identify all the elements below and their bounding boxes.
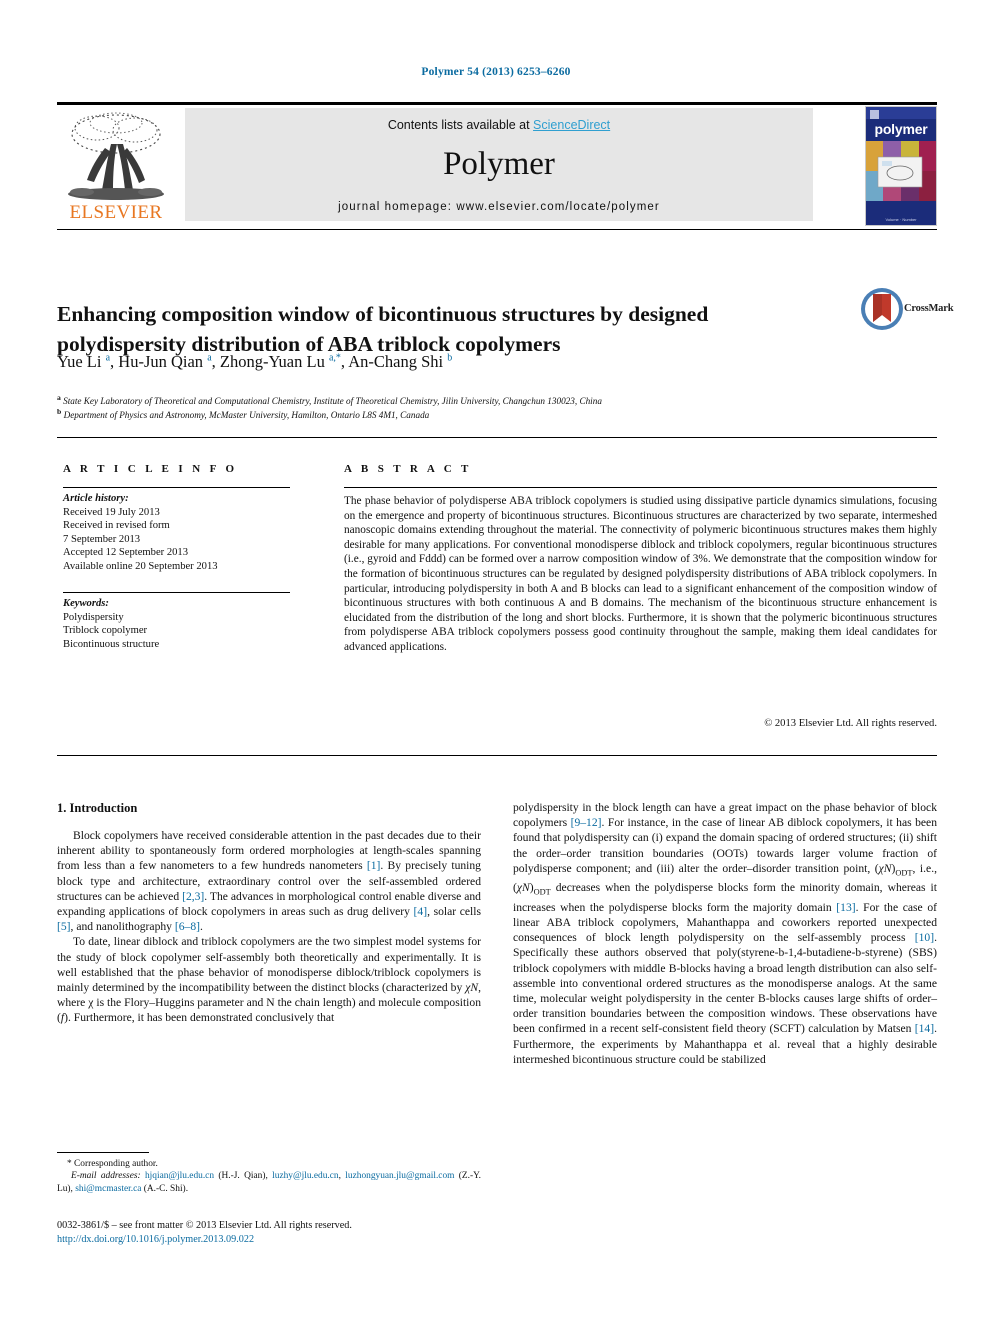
email-owner: (A.-C. Shi) <box>143 1183 186 1194</box>
footnote-block: * Corresponding author. E-mail addresses… <box>57 1158 481 1195</box>
paragraph: polydispersity in the block length can h… <box>513 801 937 1066</box>
masthead-panel: Contents lists available at ScienceDirec… <box>185 108 813 221</box>
info-rule-1 <box>63 487 290 488</box>
journal-masthead: ELSEVIER Contents lists available at Sci… <box>57 102 937 230</box>
history-item: Received in revised form <box>63 520 170 532</box>
footnote-rule <box>57 1152 149 1153</box>
elsevier-logo: ELSEVIER <box>57 108 175 226</box>
email-label: E-mail addresses: <box>71 1171 141 1182</box>
article-history-label: Article history: <box>63 493 129 504</box>
keywords-label: Keywords: <box>63 598 109 609</box>
keyword-item: Bicontinuous structure <box>63 638 160 650</box>
abstract-text: The phase behavior of polydisperse ABA t… <box>344 495 937 653</box>
issn-front-matter: 0032-3861/$ – see front matter © 2013 El… <box>57 1220 352 1231</box>
crossmark-label: CrossMark <box>904 303 954 314</box>
author-list: Yue Li a, Hu-Jun Qian a, Zhong-Yuan Lu a… <box>57 352 453 371</box>
cover-caption: Volume · Number <box>885 217 917 222</box>
history-item: Available online 20 September 2013 <box>63 560 218 572</box>
paragraph: Block copolymers have received considera… <box>57 829 481 934</box>
corresponding-author-note: * Corresponding author. <box>67 1159 158 1169</box>
contents-prefix: Contents lists available at <box>387 118 534 132</box>
history-item: 7 September 2013 <box>63 533 141 545</box>
elsevier-tree-icon <box>68 112 164 200</box>
doi-link[interactable]: http://dx.doi.org/10.1016/j.polymer.2013… <box>57 1233 557 1247</box>
info-rule-2 <box>63 592 290 593</box>
contents-available-line: Contents lists available at ScienceDirec… <box>185 118 813 132</box>
crossmark-badge[interactable]: CrossMark <box>860 287 954 339</box>
keyword-item: Polydispersity <box>63 611 124 623</box>
masthead-bottom-rule <box>57 229 937 230</box>
email-addresses-note: E-mail addresses: hjqian@jlu.edu.cn (H.-… <box>57 1171 482 1194</box>
elsevier-wordmark: ELSEVIER <box>69 202 163 223</box>
email-owner: (H.-J. Qian) <box>218 1171 266 1182</box>
journal-cover-thumbnail[interactable]: polymer Volume · Number <box>865 106 937 226</box>
crossmark-icon <box>861 288 903 330</box>
journal-homepage[interactable]: journal homepage: www.elsevier.com/locat… <box>185 201 813 213</box>
affiliation-a: a State Key Laboratory of Theoretical an… <box>57 393 602 407</box>
sciencedirect-link[interactable]: ScienceDirect <box>533 118 610 132</box>
history-item: Accepted 12 September 2013 <box>63 547 189 559</box>
abstract-copyright: © 2013 Elsevier Ltd. All rights reserved… <box>764 718 937 729</box>
paragraph: To date, linear diblock and triblock cop… <box>57 935 481 1025</box>
page-title: Enhancing composition window of bicontin… <box>57 302 709 357</box>
journal-title: Polymer <box>443 146 555 182</box>
body-column-left: Block copolymers have received considera… <box>57 828 481 1026</box>
abstract-top-rule <box>57 437 937 438</box>
running-head: Polymer 54 (2013) 6253–6260 <box>421 66 571 78</box>
cover-artwork <box>866 141 936 201</box>
article-first-page: Polymer 54 (2013) 6253–6260 ELSEVIER Con… <box>0 0 992 1323</box>
affiliation-b-text: Department of Physics and Astronomy, McM… <box>63 410 430 421</box>
keywords-block: Keywords: Polydispersity Triblock copoly… <box>63 597 303 651</box>
email-link[interactable]: hjqian@jlu.edu.cn <box>145 1171 214 1181</box>
body-column-right: polydispersity in the block length can h… <box>513 800 937 1067</box>
history-item: Received 19 July 2013 <box>63 506 160 518</box>
affiliation-a-text: State Key Laboratory of Theoretical and … <box>63 396 602 407</box>
affiliation-b: b Department of Physics and Astronomy, M… <box>57 407 430 421</box>
imprint-block: 0032-3861/$ – see front matter © 2013 El… <box>57 1219 557 1247</box>
email-link[interactable]: shi@mcmaster.ca <box>75 1184 141 1194</box>
abstract-bottom-rule <box>57 755 937 756</box>
article-history-block: Article history: Received 19 July 2013 R… <box>63 492 303 574</box>
section-heading-introduction: 1. Introduction <box>57 801 138 815</box>
cover-journal-name: polymer <box>874 121 928 137</box>
keyword-item: Triblock copolymer <box>63 625 148 637</box>
email-link[interactable]: luzhy@jlu.edu.cn <box>272 1171 338 1181</box>
abstract-rule <box>344 487 937 488</box>
article-info-heading: A R T I C L E I N F O <box>63 463 238 475</box>
cover-logo-square <box>870 110 879 119</box>
masthead-top-rule <box>57 102 937 105</box>
abstract-heading: A B S T R A C T <box>344 463 472 475</box>
email-link[interactable]: luzhongyuan.jlu@gmail.com <box>345 1171 454 1181</box>
